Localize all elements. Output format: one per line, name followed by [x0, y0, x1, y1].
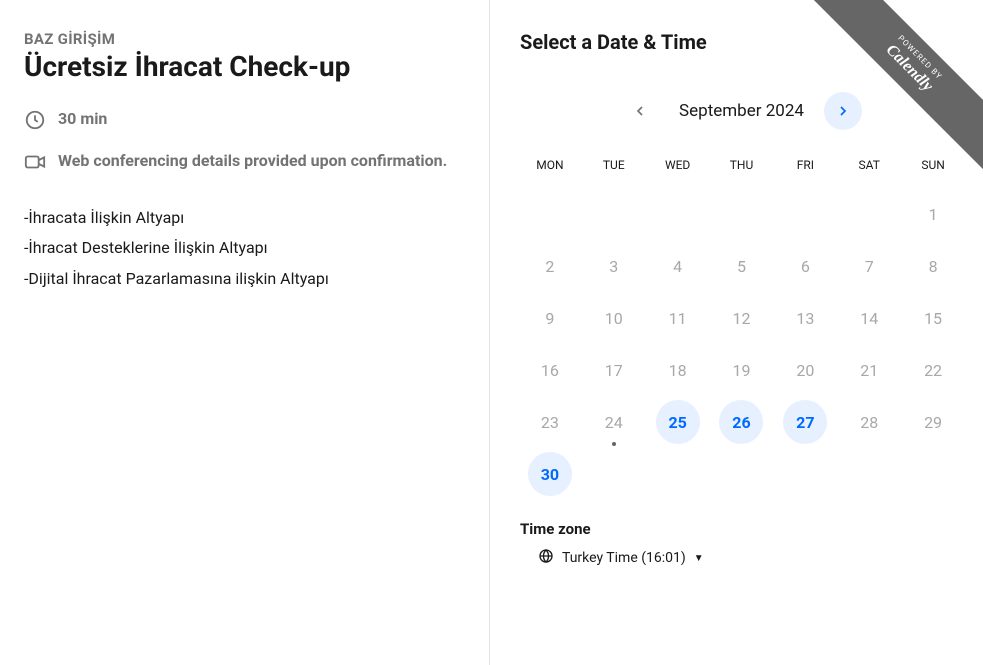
calendar-day: 10 [584, 296, 644, 340]
calendar-day: 1 [903, 192, 963, 236]
duration-row: 30 min [24, 107, 459, 131]
duration-text: 30 min [58, 107, 107, 131]
calendar-day: 18 [648, 348, 708, 392]
calendar-day: 17 [584, 348, 644, 392]
calendar-day: 8 [903, 244, 963, 288]
event-details-panel: BAZ GİRİŞİM Ücretsiz İhracat Check-up 30… [0, 0, 490, 665]
chevron-left-icon [632, 103, 648, 119]
event-title: Ücretsiz İhracat Check-up [24, 50, 459, 83]
calendar-day [584, 192, 644, 236]
timezone-selector[interactable]: Turkey Time (16:01) ▼ [520, 548, 963, 568]
calendar-panel: Select a Date & Time September 2024 MONT… [490, 0, 983, 665]
calendar-grid: MONTUEWEDTHUFRISATSUN1234567891011121314… [520, 152, 963, 496]
calendar-day: 11 [648, 296, 708, 340]
calendar-day [839, 192, 899, 236]
calendar-day: 12 [712, 296, 772, 340]
weekday-header: TUE [584, 152, 644, 184]
next-month-button[interactable] [824, 92, 862, 130]
month-year-label: September 2024 [679, 101, 804, 121]
calendar-day: 28 [839, 400, 899, 444]
calendar-day [520, 192, 580, 236]
description-line: -İhracata İlişkin Altyapı [24, 203, 459, 233]
calendar-day-available[interactable]: 30 [520, 452, 580, 496]
calendar-day: 22 [903, 348, 963, 392]
calendar-day-available[interactable]: 25 [648, 400, 708, 444]
calendar-day: 13 [775, 296, 835, 340]
weekday-header: FRI [775, 152, 835, 184]
calendar-day: 15 [903, 296, 963, 340]
chevron-right-icon [835, 103, 851, 119]
description-line: -Dijital İhracat Pazarlamasına ilişkin A… [24, 264, 459, 294]
clock-icon [24, 109, 46, 131]
calendar-day: 4 [648, 244, 708, 288]
calendar-day: 5 [712, 244, 772, 288]
calendar-day: 2 [520, 244, 580, 288]
calendar-day: 16 [520, 348, 580, 392]
calendar-day [775, 192, 835, 236]
description-line: -İhracat Desteklerine İlişkin Altyapı [24, 233, 459, 263]
conferencing-text: Web conferencing details provided upon c… [58, 149, 447, 173]
calendar-day: 23 [520, 400, 580, 444]
calendar-day: 29 [903, 400, 963, 444]
calendar-day: 7 [839, 244, 899, 288]
calendar-day [712, 192, 772, 236]
timezone-value: Turkey Time (16:01) [562, 550, 686, 566]
month-navigation: September 2024 [520, 92, 963, 130]
prev-month-button[interactable] [621, 92, 659, 130]
timezone-section: Time zone Turkey Time (16:01) ▼ [520, 520, 963, 568]
weekday-header: MON [520, 152, 580, 184]
weekday-header: SUN [903, 152, 963, 184]
calendar-day: 9 [520, 296, 580, 340]
timezone-label: Time zone [520, 520, 963, 538]
calendar-day: 20 [775, 348, 835, 392]
video-icon [24, 151, 46, 173]
organization-name: BAZ GİRİŞİM [24, 30, 459, 48]
calendar-day-available[interactable]: 27 [775, 400, 835, 444]
calendar-day: 14 [839, 296, 899, 340]
calendar-day: 24 [584, 400, 644, 444]
event-description: -İhracata İlişkin Altyapı-İhracat Destek… [24, 203, 459, 294]
calendar-day [648, 192, 708, 236]
weekday-header: WED [648, 152, 708, 184]
conferencing-row: Web conferencing details provided upon c… [24, 149, 459, 173]
calendar-day-available[interactable]: 26 [712, 400, 772, 444]
caret-down-icon: ▼ [694, 553, 704, 564]
calendar-day: 19 [712, 348, 772, 392]
calendar-day: 21 [839, 348, 899, 392]
calendar-day: 3 [584, 244, 644, 288]
globe-icon [538, 548, 554, 568]
weekday-header: SAT [839, 152, 899, 184]
weekday-header: THU [712, 152, 772, 184]
calendar-day: 6 [775, 244, 835, 288]
